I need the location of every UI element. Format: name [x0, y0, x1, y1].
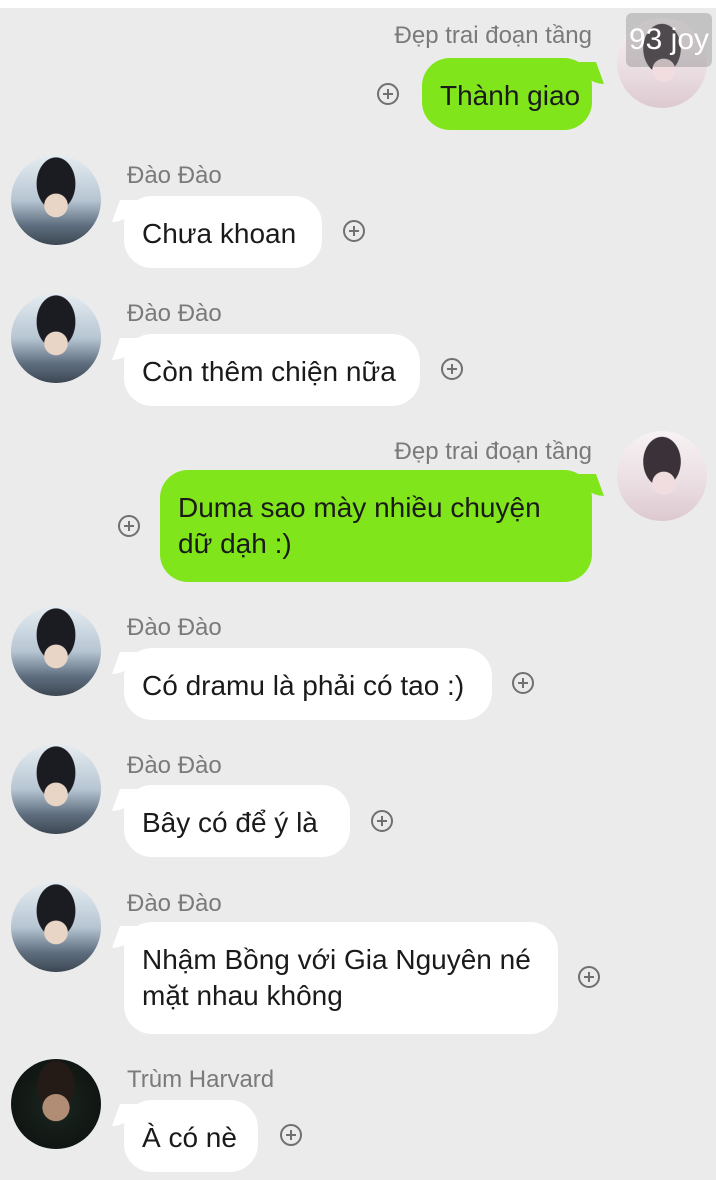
sender-avatar[interactable]: [11, 606, 101, 696]
add-reaction-icon[interactable]: [371, 810, 393, 832]
add-reaction-icon[interactable]: [377, 83, 399, 105]
message-bubble[interactable]: Nhậm Bồng với Gia Nguyên né mặt nhau khô…: [124, 922, 558, 1034]
sender-name: Đào Đào: [127, 890, 222, 917]
message-bubble[interactable]: Có dramu là phải có tao :): [124, 648, 492, 720]
sender-name: Đào Đào: [127, 300, 222, 327]
sender-avatar[interactable]: [11, 293, 101, 383]
message-bubble[interactable]: Duma sao mày nhiều chuyện dữ dạh :): [160, 470, 592, 582]
message-text: Còn thêm chiện nữa: [142, 356, 396, 387]
sender-name: Đào Đào: [127, 752, 222, 779]
top-strip: [0, 0, 716, 8]
sender-name: Đẹp trai đoạn tầng: [394, 22, 592, 49]
sender-name: Đẹp trai đoạn tầng: [394, 438, 592, 465]
message-text-line: Nhậm Bồng với Gia Nguyên né: [142, 944, 531, 975]
message-text-line: Duma sao mày nhiều chuyện: [178, 492, 541, 523]
message-text: À có nè: [142, 1122, 237, 1153]
message-text: Có dramu là phải có tao :): [142, 670, 465, 701]
message-bubble[interactable]: À có nè: [124, 1100, 258, 1172]
message-bubble[interactable]: Thành giao: [422, 58, 592, 130]
sender-name: Trùm Harvard: [127, 1066, 275, 1093]
add-reaction-icon[interactable]: [118, 515, 140, 537]
add-reaction-icon[interactable]: [441, 358, 463, 380]
sender-name: Đào Đào: [127, 614, 222, 641]
sender-avatar[interactable]: [11, 1059, 101, 1149]
sender-avatar[interactable]: [617, 431, 707, 521]
message-bubble[interactable]: Chưa khoan: [124, 196, 322, 268]
message-text-line: dữ dạh :): [178, 528, 292, 559]
message-bubble[interactable]: Còn thêm chiện nữa: [124, 334, 420, 406]
message-bubble[interactable]: Bây có để ý là: [124, 785, 350, 857]
sender-avatar[interactable]: [11, 155, 101, 245]
add-reaction-icon[interactable]: [578, 966, 600, 988]
message-text: Thành giao: [440, 80, 581, 111]
sender-avatar[interactable]: [11, 744, 101, 834]
add-reaction-icon[interactable]: [343, 220, 365, 242]
add-reaction-icon[interactable]: [512, 672, 534, 694]
message-text-line: mặt nhau không: [142, 980, 343, 1011]
message-text: Bây có để ý là: [142, 807, 318, 838]
add-reaction-icon[interactable]: [280, 1124, 302, 1146]
sender-name: Đào Đào: [127, 162, 222, 189]
sender-avatar[interactable]: [11, 882, 101, 972]
watermark-label: 93 joy: [626, 13, 712, 67]
message-text: Chưa khoan: [142, 218, 297, 249]
